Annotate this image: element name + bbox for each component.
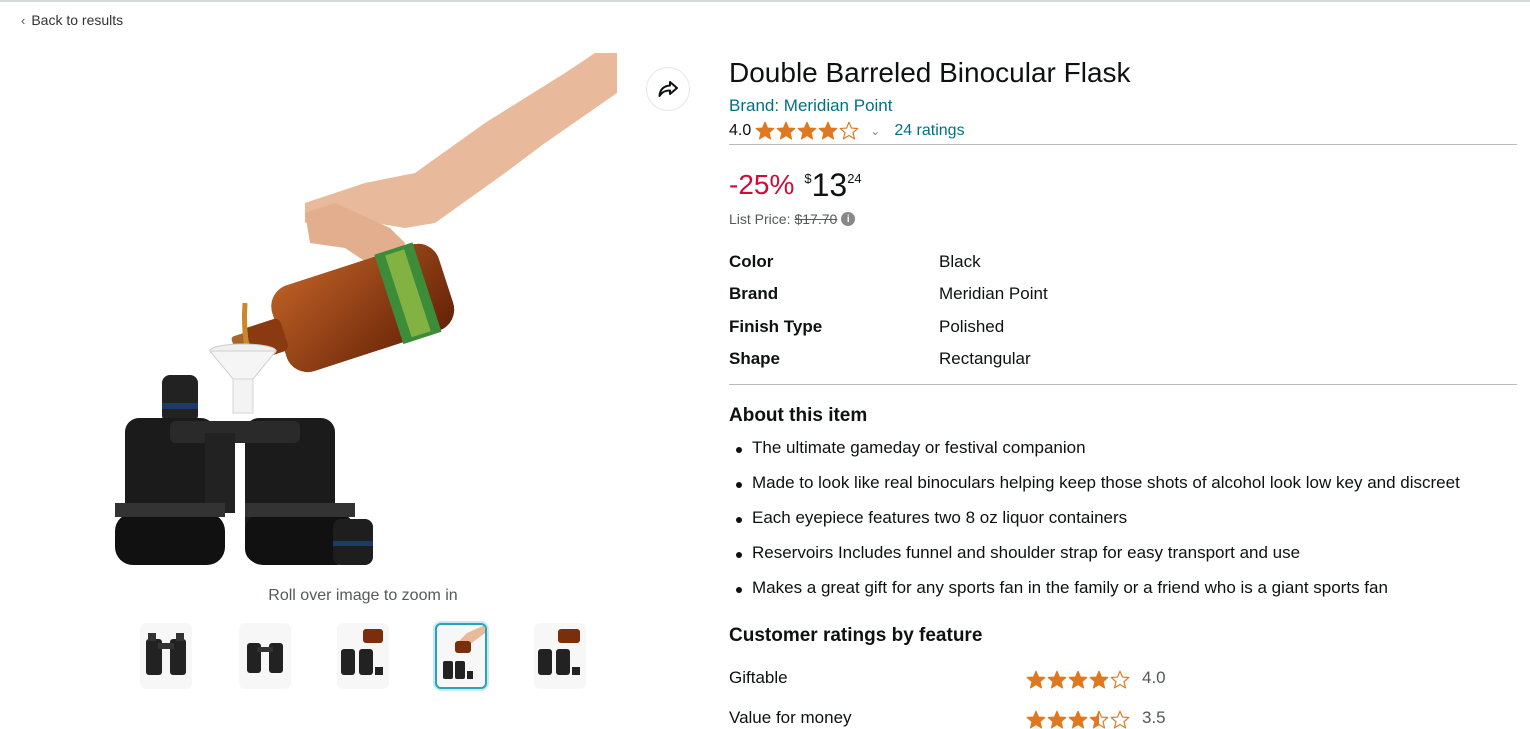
spec-row: Brand Meridian Point — [729, 284, 1229, 308]
feature-value: 4.0 — [1142, 668, 1166, 687]
divider — [729, 384, 1517, 385]
spec-key: Color — [729, 252, 774, 271]
zoom-hint: Roll over image to zoom in — [268, 587, 458, 604]
spec-row: Color Black — [729, 252, 1229, 276]
price-currency: $ — [804, 171, 812, 186]
back-to-results-link[interactable]: ‹ Back to results — [21, 12, 123, 28]
product-title: Double Barreled Binocular Flask — [729, 57, 1131, 88]
main-product-image[interactable] — [105, 53, 617, 577]
star-icon — [818, 121, 838, 140]
feature-row-value-for-money: Value for money 3.5 — [729, 708, 1229, 729]
info-icon[interactable]: i — [841, 212, 856, 226]
chevron-left-icon: ‹ — [21, 12, 26, 28]
spec-value: Rectangular — [939, 349, 1031, 368]
spec-key: Brand — [729, 284, 779, 303]
thumbnail-5[interactable] — [534, 623, 586, 689]
spec-value: Black — [939, 252, 981, 271]
star-icon — [1068, 710, 1088, 729]
feature-name: Value for money — [729, 708, 852, 727]
star-icon — [1089, 710, 1109, 729]
spec-key: Shape — [729, 349, 781, 368]
share-button[interactable] — [646, 67, 690, 111]
bullet-text: The ultimate gameday or festival compani… — [752, 438, 1086, 457]
share-icon — [658, 81, 678, 97]
spec-row: Finish Type Polished — [729, 317, 1229, 341]
spec-value: Polished — [939, 317, 1005, 336]
bullet-text: Each eyepiece features two 8 oz liquor c… — [752, 508, 1128, 527]
product-photo — [115, 53, 617, 565]
bullet-text: Makes a great gift for any sports fan in… — [752, 578, 1388, 597]
star-icon — [1047, 710, 1067, 729]
star-icon — [776, 121, 796, 140]
star-icon — [839, 121, 859, 140]
divider — [729, 144, 1517, 145]
bullet-text: Reservoirs Includes funnel and shoulder … — [752, 543, 1301, 562]
list-price: List Price: $17.70 i — [729, 211, 856, 227]
list-price-label: List Price: — [729, 211, 791, 227]
thumbnail-1[interactable] — [140, 623, 192, 689]
feature-stars — [1026, 669, 1131, 690]
spec-key: Finish Type — [729, 317, 823, 336]
brand-link[interactable]: Brand: Meridian Point — [729, 96, 892, 116]
feature-name: Giftable — [729, 668, 788, 687]
price-fraction: 24 — [847, 171, 862, 186]
star-icon — [1089, 670, 1109, 689]
feature-row-giftable: Giftable 4.0 — [729, 668, 1229, 692]
feature-stars — [1026, 709, 1131, 729]
list-price-value: $17.70 — [794, 211, 838, 227]
star-icon — [1110, 670, 1130, 689]
thumbnail-4-selected[interactable] — [435, 623, 487, 689]
star-icon — [1068, 670, 1088, 689]
thumbnail-2[interactable] — [239, 623, 291, 689]
star-icon — [1047, 670, 1067, 689]
rating-stars[interactable] — [755, 121, 860, 141]
spec-value: Meridian Point — [939, 284, 1048, 303]
back-label: Back to results — [31, 12, 124, 28]
price-block: -25% $ 13 24 — [729, 166, 862, 204]
star-icon — [797, 121, 817, 140]
rating-value: 4.0 — [729, 122, 752, 139]
star-icon — [1026, 670, 1046, 689]
spec-row: Shape Rectangular — [729, 349, 1229, 373]
star-icon — [1110, 710, 1130, 729]
ratings-count-link[interactable]: 24 ratings — [894, 122, 964, 140]
discount-percent: -25% — [729, 169, 795, 200]
top-divider — [0, 0, 1530, 2]
star-icon — [755, 121, 775, 140]
thumbnail-3[interactable] — [337, 623, 389, 689]
star-icon — [1026, 710, 1046, 729]
caret-down-icon[interactable]: ⌄ — [870, 124, 880, 138]
about-heading: About this item — [729, 405, 868, 426]
price-whole: 13 — [811, 167, 848, 203]
feature-value: 3.5 — [1142, 708, 1166, 727]
bullet-text: Made to look like real binoculars helpin… — [752, 473, 1460, 492]
feature-ratings-heading: Customer ratings by feature — [729, 625, 983, 646]
rating-row: 4.0 ⌄ 24 ratings — [729, 120, 965, 142]
